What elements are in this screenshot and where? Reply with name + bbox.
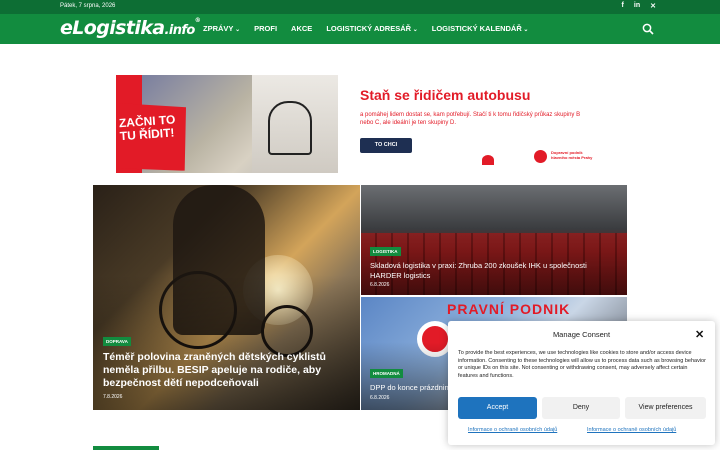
nav-item-logisticky-kalendar[interactable]: LOGISTICKÝ KALENDÁŘ	[432, 24, 529, 33]
nav-item-akce[interactable]: AKCE	[291, 24, 312, 33]
linkedin-icon[interactable]: in	[634, 2, 640, 10]
consent-title: Manage Consent	[552, 330, 611, 339]
category-tag[interactable]: HROMADNÁ	[370, 369, 403, 378]
social-links: f in ✕	[622, 2, 656, 10]
cookie-consent-dialog: Manage Consent ✕ To provide the best exp…	[448, 321, 715, 445]
privacy-policy-link[interactable]: Informace o ochraně osobních údajů	[468, 427, 557, 433]
logo-suffix-text: .info	[164, 23, 196, 38]
logo-registered-mark: ®	[194, 17, 201, 24]
view-preferences-button[interactable]: View preferences	[625, 397, 706, 419]
building-sign: PRAVNÍ PODNIK	[447, 301, 571, 317]
article-title[interactable]: Skladová logistika v praxi: Zhruba 200 z…	[370, 261, 620, 281]
article-title[interactable]: Téměř polovina zraněných dětských cyklis…	[103, 351, 349, 390]
close-icon[interactable]: ✕	[695, 328, 704, 341]
nav-item-zpravy[interactable]: ZPRÁVY	[203, 24, 240, 33]
logo-main-text: eLogistika	[60, 17, 165, 39]
article-date: 7.8.2026	[103, 394, 123, 400]
article-title[interactable]: DPP do konce prázdnin	[370, 383, 460, 393]
category-tag[interactable]: LOGISTIKA	[370, 247, 401, 256]
banner-text: a pomáhej lidem dostat se, kam potřebují…	[360, 112, 581, 126]
sponsor-logo: Dopravní podnik hlavního města Prahy	[534, 150, 594, 163]
advertisement-banner[interactable]: ZAČNI TO TU ŘÍDIT! Staň se řidičem autob…	[116, 75, 596, 173]
banner-badge: ZAČNI TO TU ŘÍDIT!	[116, 99, 190, 173]
banner-cta-button[interactable]: TO CHCI	[360, 138, 412, 153]
article-date: 6.8.2026	[370, 282, 390, 288]
category-tag[interactable]: DOPRAVA	[103, 337, 131, 346]
site-logo[interactable]: eLogistika.info®	[60, 17, 201, 39]
consent-text: To provide the best experiences, we use …	[458, 350, 706, 379]
article-date: 6.8.2026	[370, 395, 390, 401]
facebook-icon[interactable]: f	[622, 2, 624, 10]
section-heading-strip	[93, 446, 159, 450]
main-menu: ZPRÁVY PROFI AKCE LOGISTICKÝ ADRESÁŘ LOG…	[203, 24, 528, 33]
current-date: Pátek, 7 srpna, 2026	[60, 3, 116, 9]
banner-headline: Staň se řidičem autobusu	[360, 87, 531, 103]
article-card[interactable]: LOGISTIKA Skladová logistika v praxi: Zh…	[361, 185, 627, 295]
nav-item-profi[interactable]: PROFI	[254, 24, 277, 33]
main-navbar: eLogistika.info® ZPRÁVY PROFI AKCE LOGIS…	[0, 14, 720, 44]
top-bar: Pátek, 7 srpna, 2026 f in ✕	[0, 0, 720, 14]
deny-button[interactable]: Deny	[542, 397, 620, 419]
search-icon[interactable]	[642, 23, 654, 35]
people-icon	[482, 155, 494, 165]
x-twitter-icon[interactable]: ✕	[650, 2, 656, 10]
featured-article-card[interactable]: DOPRAVA Téměř polovina zraněných dětskýc…	[93, 185, 360, 410]
privacy-policy-link[interactable]: Informace o ochraně osobních údajů	[587, 427, 676, 433]
accept-button[interactable]: Accept	[458, 397, 537, 419]
nav-item-logisticky-adresar[interactable]: LOGISTICKÝ ADRESÁŘ	[326, 24, 417, 33]
